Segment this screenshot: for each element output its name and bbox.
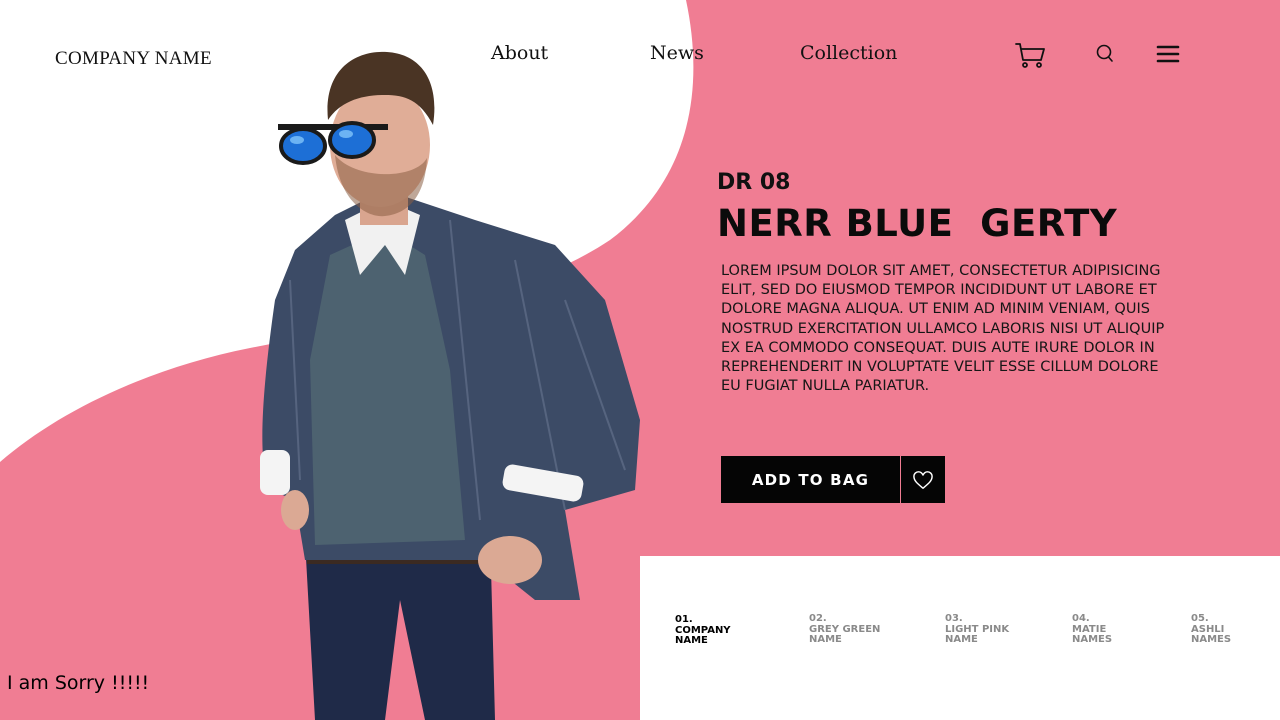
nav-link-about[interactable]: About [491, 42, 548, 64]
search-icon[interactable] [1088, 38, 1122, 72]
nav-link-collection[interactable]: Collection [800, 42, 897, 64]
nav-link-news[interactable]: News [650, 42, 704, 64]
add-to-bag-button[interactable]: ADD TO BAG [721, 456, 900, 503]
variant-name: ASHLI NAMES [1191, 623, 1232, 645]
variant-number: 04. [1072, 613, 1090, 624]
overlay-caption: I am Sorry !!!!! [7, 672, 150, 694]
variant-name: GREY GREEN NAME [809, 623, 881, 645]
variant-option-4[interactable]: 04. MATIE NAMES [1072, 613, 1182, 646]
variant-selector-panel: 01. COMPANY NAME 02. GREY GREEN NAME 03.… [640, 556, 1280, 720]
variant-option-3[interactable]: 03. LIGHT PINK NAME [945, 613, 1055, 646]
cart-icon[interactable] [1013, 38, 1047, 72]
model-photo [260, 51, 640, 720]
menu-icon[interactable] [1151, 38, 1185, 72]
favorite-button[interactable] [901, 456, 945, 503]
heart-icon [913, 470, 933, 489]
variant-name: LIGHT PINK NAME [945, 623, 1010, 645]
variant-number: 02. [809, 613, 827, 624]
variant-number: 03. [945, 613, 963, 624]
variant-option-5[interactable]: 05. ASHLI NAMES [1191, 613, 1280, 646]
variant-name: COMPANY NAME [675, 624, 731, 646]
variant-number: 01. [675, 614, 693, 625]
product-code: DR 08 [717, 170, 791, 195]
product-title: NERR BLUE GERTY [717, 202, 1118, 245]
variant-name: MATIE NAMES [1072, 623, 1113, 645]
variant-option-2[interactable]: 02. GREY GREEN NAME [809, 613, 919, 646]
variant-number: 05. [1191, 613, 1209, 624]
product-description: LOREM IPSUM DOLOR SIT AMET, CONSECTETUR … [721, 263, 1165, 395]
variant-option-1[interactable]: 01. COMPANY NAME [675, 614, 785, 647]
company-logo-text[interactable]: COMPANY NAME [55, 48, 212, 70]
